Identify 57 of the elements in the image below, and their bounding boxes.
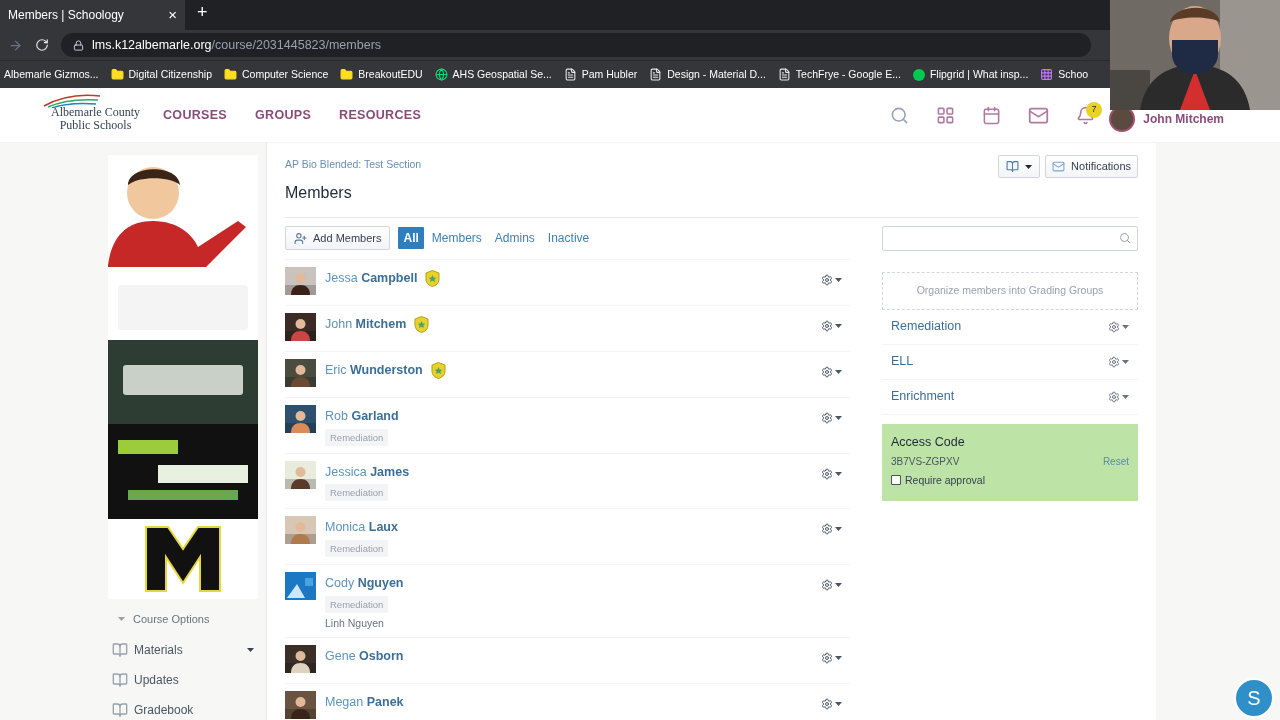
nav-link[interactable]: GROUPS <box>255 105 312 125</box>
user-name[interactable]: John Mitchem <box>1143 110 1224 128</box>
bookmark[interactable]: BreakoutEDU <box>340 66 423 83</box>
filter-tab[interactable]: All <box>398 227 424 250</box>
group-tag: Remediation <box>325 428 389 446</box>
notifications-button[interactable]: Notifications <box>1045 155 1138 178</box>
bookmark[interactable]: AHS Geospatial Se... <box>434 66 552 83</box>
url-text: lms.k12albemarle.org/course/2031445823/members <box>92 36 382 54</box>
bookmark[interactable]: Digital Citizenship <box>110 66 212 83</box>
grading-group-link[interactable]: ELL <box>891 352 914 372</box>
member-name-link[interactable]: John Mitchem <box>325 314 407 334</box>
member-name-link[interactable]: Jessa Campbell <box>325 268 418 288</box>
member-name-link[interactable]: Gene Osborn <box>325 646 404 666</box>
filter-tab[interactable]: Admins <box>489 227 540 250</box>
group-tag: Remediation <box>325 595 389 613</box>
sidebar-item[interactable]: Updates <box>108 669 258 690</box>
checkbox-label: Require approval <box>905 472 985 488</box>
member-name-link[interactable]: Cody Nguyen <box>325 574 404 593</box>
notification-badge: 7 <box>1086 101 1102 118</box>
close-tab-button[interactable]: × <box>168 3 177 27</box>
member-name-link[interactable]: Rob Garland <box>325 406 399 426</box>
nav-link[interactable]: RESOURCES <box>339 105 422 125</box>
add-members-button[interactable]: Add Members <box>285 226 391 251</box>
bookmark[interactable]: Schoo <box>1040 66 1089 83</box>
logo-text: Albemarle County <box>51 106 140 119</box>
page-title: Members <box>285 182 353 203</box>
bookmark[interactable]: Pam Hubler <box>563 66 638 83</box>
member-name-link[interactable]: Jessica James <box>325 462 410 482</box>
bookmark[interactable]: Design - Material D... <box>649 66 766 83</box>
member-name-link[interactable]: Eric Wunderston <box>325 360 423 380</box>
district-logo[interactable]: Albemarle County Public Schools <box>28 98 163 132</box>
filter-tab[interactable]: Members <box>426 227 487 250</box>
parent-name: Linh Nguyen <box>325 616 385 630</box>
access-code: 3B7VS-ZGPXV <box>891 454 960 469</box>
address-bar[interactable]: lms.k12albemarle.org/course/2031445823/members <box>61 33 1091 57</box>
course-options-toggle[interactable]: Course Options <box>133 611 210 628</box>
browser-tab[interactable]: Members | Schoology × <box>0 0 185 30</box>
logo-text: Public Schools <box>59 119 132 132</box>
new-tab-button[interactable]: + <box>197 0 208 26</box>
breadcrumb-link[interactable]: AP Bio Blended: Test Section <box>285 157 422 173</box>
sidebar-item[interactable]: Gradebook <box>108 699 258 720</box>
group-tag: Remediation <box>325 540 389 557</box>
filter-tab[interactable]: Inactive <box>542 227 595 250</box>
bookmark[interactable]: Albemarle Gizmos... <box>4 66 99 83</box>
bookmark[interactable]: Computer Science <box>224 66 329 83</box>
bookmark[interactable]: Flipgrid | What insp... <box>912 66 1029 83</box>
bookmark[interactable]: TechFrye - Google E... <box>777 66 901 83</box>
member-name-link[interactable]: Monica Laux <box>325 518 398 537</box>
grading-group-link[interactable]: Enrichment <box>891 387 955 407</box>
access-code-title: Access Code <box>891 433 966 451</box>
nav-link[interactable]: COURSES <box>163 105 227 125</box>
chat-button[interactable]: S <box>1234 678 1274 718</box>
group-tag: Remediation <box>325 484 389 502</box>
sidebar-item[interactable]: Materials <box>108 639 258 660</box>
tab-title: Members | Schoology <box>8 7 124 24</box>
member-name-link[interactable]: Megan Panek <box>325 692 404 712</box>
grading-group-link[interactable]: Remediation <box>891 317 962 337</box>
